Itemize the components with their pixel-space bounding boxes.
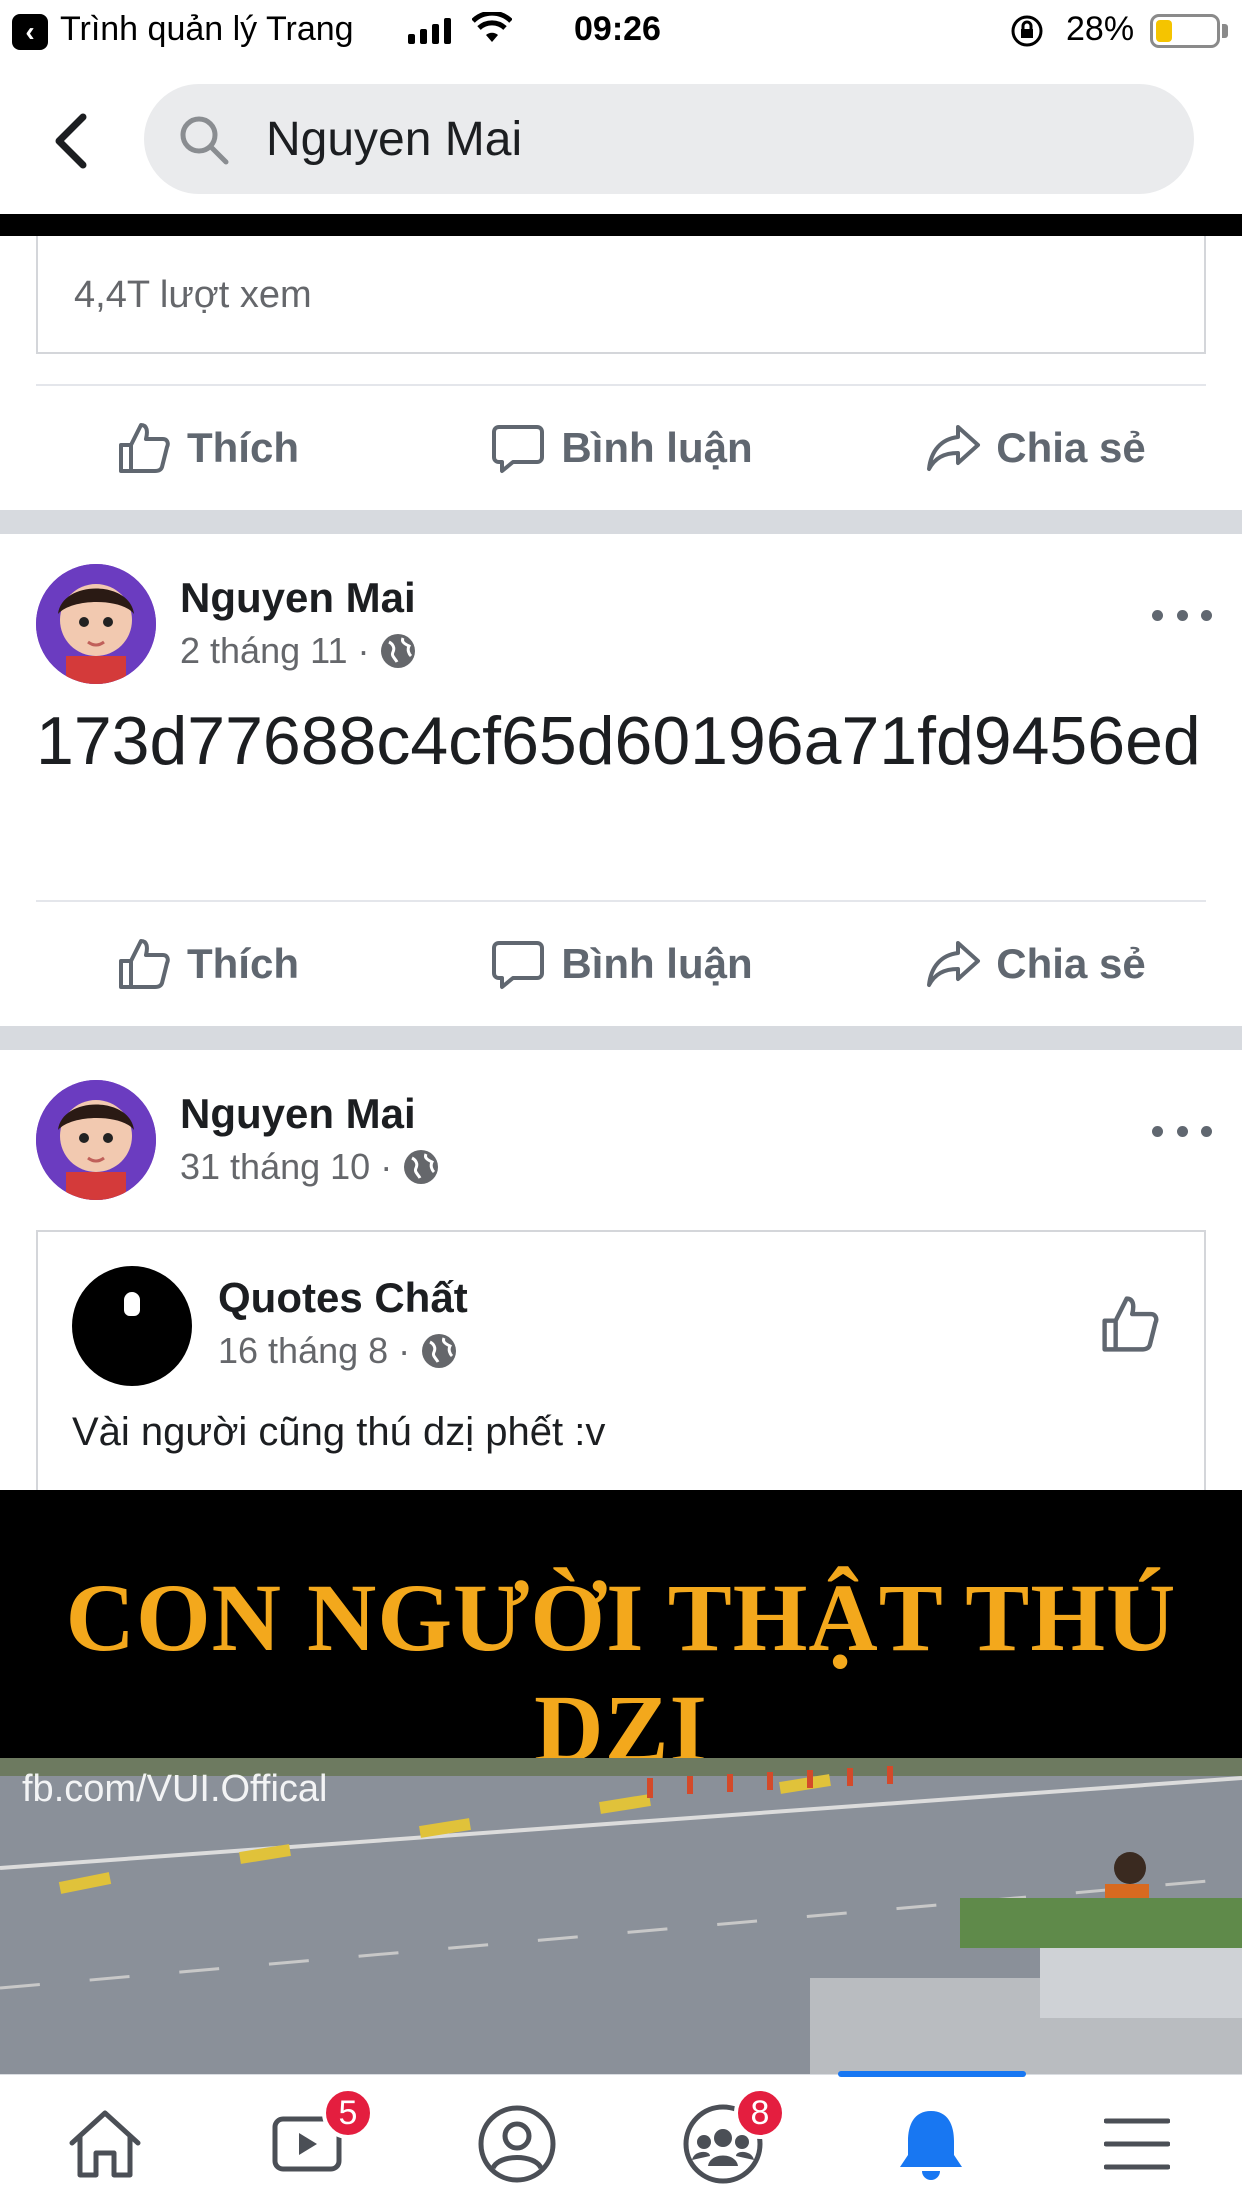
tab-home[interactable] (50, 2089, 160, 2199)
globe-icon (381, 634, 416, 668)
video-watermark: fb.com/VUI.Offical (22, 1768, 328, 1810)
like-button[interactable]: Thích (0, 902, 414, 1026)
battery-tip (1222, 24, 1228, 38)
tab-notifications[interactable] (876, 2089, 986, 2199)
comment-label: Bình luận (561, 940, 753, 987)
back-to-app-label[interactable]: Trình quản lý Trang (60, 10, 354, 49)
action-bar: Thích Bình luận Chia sẻ (0, 902, 1242, 1026)
video-title: CON NGƯỜI THẬT THÚ DZỊ (65, 1564, 1177, 1782)
watch-badge: 5 (322, 2087, 374, 2139)
tab-watch[interactable]: 5 (256, 2087, 374, 2199)
share-button[interactable]: Chia sẻ (828, 386, 1242, 510)
status-bar: ‹ Trình quản lý Trang 09:26 28% (0, 0, 1242, 64)
globe-icon (404, 1150, 439, 1184)
search-input[interactable]: Nguyen Mai (144, 84, 1194, 194)
share-icon (927, 425, 981, 471)
search-icon (178, 114, 230, 171)
back-to-app-icon[interactable]: ‹ (12, 14, 48, 50)
post-author[interactable]: Nguyen Mai (180, 1090, 416, 1138)
meta-dot: · (380, 1146, 393, 1187)
post-date[interactable]: 31 tháng 10 (180, 1146, 370, 1188)
signal-icon (408, 18, 451, 44)
more-options-icon[interactable] (1152, 600, 1212, 630)
post-text: 173d77688c4cf65d60196a71fd9456ed (36, 703, 1201, 779)
wifi-icon (471, 10, 513, 53)
thumbs-up-icon (119, 939, 170, 989)
battery-icon (1150, 14, 1220, 48)
shared-author[interactable]: Quotes Chất (218, 1274, 468, 1322)
page-avatar[interactable] (72, 1266, 192, 1386)
post-header: Nguyen Mai 31 tháng 10 · (0, 1080, 1242, 1210)
shared-date[interactable]: 16 tháng 8 (218, 1330, 388, 1372)
post-meta: 2 tháng 11 · (180, 630, 417, 672)
more-options-icon[interactable] (1152, 1116, 1212, 1146)
search-query: Nguyen Mai (266, 113, 523, 166)
home-icon (69, 2110, 141, 2178)
tab-menu[interactable] (1082, 2089, 1192, 2199)
post-header: Nguyen Mai 2 tháng 11 · (0, 564, 1242, 694)
notifications-icon (900, 2111, 962, 2180)
comment-button[interactable]: Bình luận (414, 386, 828, 510)
shared-post-card[interactable]: Quotes Chất 16 tháng 8 · Vài người cũng … (36, 1230, 1206, 1490)
thumbs-up-icon (1102, 1296, 1159, 1352)
search-header: Nguyen Mai (0, 64, 1242, 214)
share-label: Chia sẻ (996, 424, 1146, 471)
like-page-button[interactable] (1098, 1292, 1162, 1361)
lightbulb-icon (124, 1292, 140, 1316)
shared-text: Vài người cũng thú dzị phết :v (72, 1410, 606, 1454)
like-button[interactable]: Thích (0, 386, 414, 510)
groups-badge: 8 (734, 2087, 786, 2139)
share-label: Chia sẻ (996, 940, 1146, 987)
previous-video-bottom[interactable] (0, 214, 1242, 236)
video-frame[interactable]: fb.com/VUI.Offical (0, 1758, 1242, 2074)
tab-groups[interactable]: 8 (668, 2087, 786, 2199)
view-count: 4,4T lượt xem (74, 274, 312, 316)
profile-icon (478, 2105, 556, 2183)
post-author[interactable]: Nguyen Mai (180, 574, 416, 622)
comment-icon (492, 941, 545, 989)
avatar[interactable] (36, 1080, 156, 1200)
post-separator (0, 510, 1242, 534)
comment-icon (492, 425, 545, 473)
shared-meta: 16 tháng 8 · (218, 1330, 458, 1372)
bottom-tab-bar: 5 8 (0, 2071, 1242, 2208)
tab-profile[interactable] (462, 2089, 572, 2199)
views-box: 4,4T lượt xem (36, 236, 1206, 354)
back-button[interactable] (36, 106, 106, 176)
meta-dot: · (357, 630, 370, 671)
like-label: Thích (187, 940, 299, 987)
post-separator (0, 1026, 1242, 1050)
action-bar: Thích Bình luận Chia sẻ (0, 386, 1242, 510)
chevron-left-icon (55, 113, 87, 169)
like-label: Thích (187, 424, 299, 471)
search-results-feed[interactable]: 4,4T lượt xem Thích Bình luận Chia sẻ Ng… (0, 214, 1242, 2074)
post-date[interactable]: 2 tháng 11 (180, 630, 347, 672)
meta-dot: · (398, 1330, 411, 1371)
rotation-lock-icon (1010, 14, 1044, 57)
post-meta: 31 tháng 10 · (180, 1146, 440, 1188)
clock: 09:26 (574, 10, 661, 48)
share-icon (927, 941, 981, 987)
comment-button[interactable]: Bình luận (414, 902, 828, 1026)
globe-icon (422, 1334, 457, 1368)
active-tab-indicator (838, 2071, 1026, 2077)
avatar[interactable] (36, 564, 156, 684)
video-player[interactable]: CON NGƯỜI THẬT THÚ DZỊ fb.com/VUI.Offica… (0, 1490, 1242, 2074)
battery-percent: 28% (1066, 10, 1135, 48)
thumbs-up-icon (119, 423, 170, 473)
menu-icon (1104, 2118, 1170, 2170)
share-button[interactable]: Chia sẻ (828, 902, 1242, 1026)
comment-label: Bình luận (561, 424, 753, 471)
